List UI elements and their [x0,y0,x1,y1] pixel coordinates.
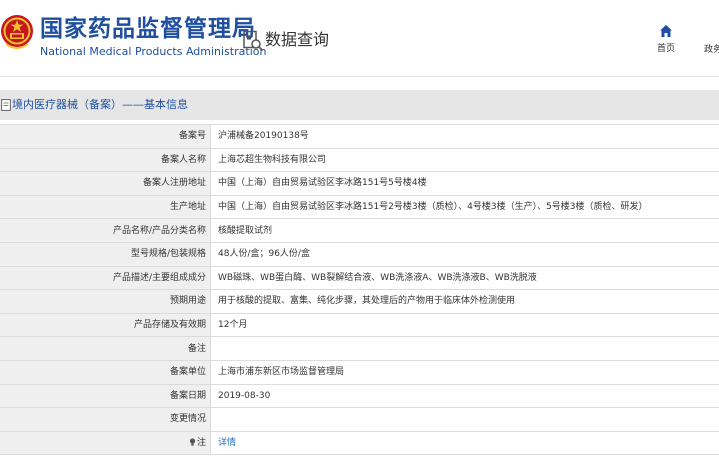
section-header: 境内医疗器械（备案）——基本信息 [0,90,719,120]
record-info-table: 备案号 沪浦械备20190138号备案人名称 上海芯超生物科技有限公司备案人注册地址… [0,124,719,456]
field-value-text: WB磁珠、WB蛋白酶、WB裂解结合液、WB洗涤液A、WB洗涤液B、WB洗脱液 [218,272,537,283]
field-value: 上海芯超生物科技有限公司 [210,147,719,173]
document-icon [1,99,11,111]
field-label-text: 备案人名称 [160,154,206,165]
field-value-text: 2019-08-30 [218,390,271,401]
table-row: 备案人注册地址 中国（上海）自由贸易试验区李冰路151号5号楼4楼 [0,171,719,196]
table-row: 预期用途 用于核酸的提取、富集、纯化步骤，其处理后的产物用于临床体外检测使用 [0,289,719,314]
field-label: 备案号 [0,124,211,149]
header-divider [0,76,719,77]
field-label-text: 备注 [187,343,206,354]
field-value: 沪浦械备20190138号 [210,124,719,149]
field-label: 备案日期 [0,383,211,409]
field-label: 注 [0,430,211,456]
field-label-text: 备案日期 [169,390,206,401]
field-label: 备注 [0,336,211,361]
field-value-text: 核酸提取试剂 [218,225,273,236]
field-value-text: 上海市浦东新区市场监督管理局 [218,367,345,378]
nav-home-button[interactable]: 首页 [650,24,682,55]
table-row: 备案单位 上海市浦东新区市场监督管理局 [0,359,719,385]
site-header: 国家药品监督管理局 National Medical Products Admi… [0,0,719,84]
page-title: 数据查询 [265,30,330,49]
table-row: 生产地址 中国（上海）自由贸易试验区李冰路151号2号楼3楼（质检）、4号楼3楼（… [0,194,719,220]
bulb-icon [189,438,196,446]
nav-government-link[interactable]: 政务 [704,44,719,56]
table-row: 产品名称/产品分类名称 核酸提取试剂 [0,218,719,243]
section-title: 境内医疗器械（备案）——基本信息 [12,98,188,111]
field-label-text: 备案号 [178,131,206,142]
field-value: WB磁珠、WB蛋白酶、WB裂解结合液、WB洗涤液A、WB洗涤液B、WB洗脱液 [210,265,719,291]
field-value: 中国（上海）自由贸易试验区李冰路151号2号楼3楼（质检）、4号楼3楼（生产）、… [210,194,719,220]
field-label: 备案人注册地址 [0,171,211,196]
field-value-text: 沪浦械备20190138号 [218,131,309,142]
field-label: 变更情况 [0,407,211,432]
field-label-text: 预期用途 [169,296,206,307]
field-label: 备案单位 [0,359,211,385]
field-label-text: 生产地址 [169,202,206,213]
field-value: 用于核酸的提取、富集、纯化步骤，其处理后的产物用于临床体外检测使用 [210,289,719,314]
field-label-text: 变更情况 [169,414,206,425]
field-value: 48人份/盒；96人份/盒 [210,241,719,267]
field-label: 产品名称/产品分类名称 [0,218,211,243]
field-label-text: 备案单位 [169,367,206,378]
field-label-text: 注 [196,438,206,449]
field-value: 12个月 [210,312,719,338]
nav-home-label: 首页 [656,44,675,54]
field-value-text: 12个月 [218,320,248,331]
field-value-text: 上海芯超生物科技有限公司 [218,154,327,165]
field-value-text: 48人份/盒；96人份/盒 [218,249,310,260]
table-row: 备注 [0,336,719,361]
logo-title: 国家药品监督管理局 [40,16,256,42]
field-value-text: 中国（上海）自由贸易试验区李冰路151号2号楼3楼（质检）、4号楼3楼（生产）、… [218,202,648,213]
field-label: 备案人名称 [0,147,211,173]
field-label: 型号规格/包装规格 [0,241,211,267]
field-label-text: 型号规格/包装规格 [130,249,206,260]
table-row: 备案人名称 上海芯超生物科技有限公司 [0,147,719,173]
field-value: 2019-08-30 [210,383,719,409]
field-value-text: 中国（上海）自由贸易试验区李冰路151号5号楼4楼 [218,178,427,189]
field-value: 上海市浦东新区市场监督管理局 [210,359,719,385]
field-value [210,407,719,432]
field-value: 详情 [210,430,719,456]
field-label-text: 产品存储及有效期 [133,320,206,331]
details-link[interactable]: 详情 [218,438,236,448]
home-icon [660,25,672,37]
field-value: 核酸提取试剂 [210,218,719,243]
table-row: 产品存储及有效期 12个月 [0,312,719,338]
field-label-text: 产品名称/产品分类名称 [112,225,206,236]
table-row: 备案日期 2019-08-30 [0,383,719,409]
field-label: 产品描述/主要组成成分 [0,265,211,291]
field-value: 中国（上海）自由贸易试验区李冰路151号5号楼4楼 [210,171,719,196]
table-row: 注 详情 [0,430,719,456]
table-row: 变更情况 [0,407,719,432]
field-label: 预期用途 [0,289,211,314]
field-value [210,336,719,361]
field-label-text: 产品描述/主要组成成分 [112,272,206,283]
search-doc-icon [243,30,264,52]
logo-subtitle: National Medical Products Administration [40,45,267,58]
table-row: 备案号 沪浦械备20190138号 [0,124,719,149]
field-label: 产品存储及有效期 [0,312,211,338]
field-label-text: 备案人注册地址 [142,178,206,189]
table-row: 型号规格/包装规格 48人份/盒；96人份/盒 [0,241,719,267]
national-emblem-icon [1,15,33,49]
field-label: 生产地址 [0,194,211,220]
table-row: 产品描述/主要组成成分 WB磁珠、WB蛋白酶、WB裂解结合液、WB洗涤液A、WB洗… [0,265,719,291]
field-value-text: 用于核酸的提取、富集、纯化步骤，其处理后的产物用于临床体外检测使用 [218,296,516,307]
